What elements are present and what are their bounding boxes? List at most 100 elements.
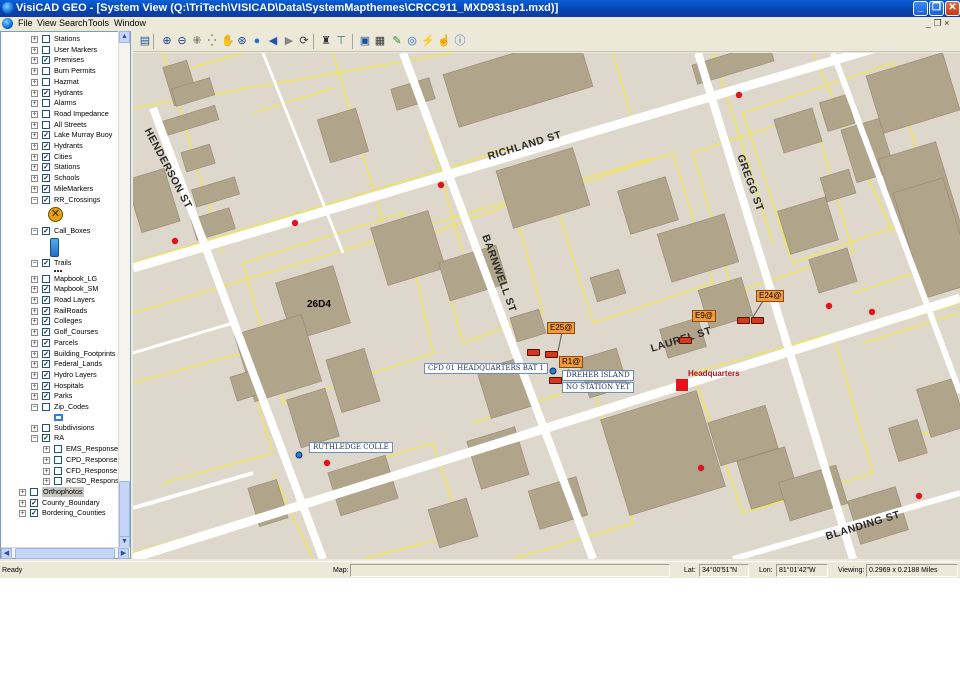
expand-icon[interactable]: + — [31, 307, 38, 315]
fixed-zoom-out-icon[interactable]: ⁛ — [206, 35, 218, 47]
refresh-icon[interactable]: ⟳ — [298, 35, 310, 47]
measure-icon[interactable]: ⊤ — [335, 35, 347, 47]
expand-icon[interactable]: + — [31, 382, 38, 390]
callout-cfd01-headquarters[interactable]: CFD 01 HEADQUARTERS BAT 1 — [424, 363, 548, 374]
identify-icon[interactable]: ✎ — [391, 35, 403, 47]
layer-visibility-checkbox[interactable]: ✓ — [42, 88, 50, 97]
layer-visibility-checkbox[interactable] — [42, 109, 50, 118]
fire-truck-icon[interactable] — [545, 351, 558, 358]
expand-icon[interactable]: + — [31, 318, 38, 326]
layer-item[interactable]: − ✓ RA — [1, 433, 119, 443]
expand-icon[interactable]: + — [31, 424, 38, 432]
expand-icon[interactable]: + — [31, 175, 38, 183]
expand-icon[interactable]: + — [31, 297, 38, 304]
layer-visibility-checkbox[interactable]: ✓ — [42, 296, 50, 304]
menu-search[interactable]: Search — [59, 17, 88, 30]
layer-item[interactable]: + ✓ Colleges — [1, 316, 119, 326]
expand-icon[interactable]: + — [19, 510, 26, 518]
layer-item[interactable]: + ✓ Parks — [1, 391, 119, 401]
fire-truck-e24-icon[interactable] — [737, 317, 750, 324]
back-icon[interactable]: ◀ — [267, 35, 279, 47]
layer-visibility-checkbox[interactable] — [54, 445, 62, 454]
layer-visibility-checkbox[interactable]: ✓ — [42, 227, 50, 236]
zoom-in-icon[interactable]: ⊕ — [161, 35, 173, 47]
layer-visibility-checkbox[interactable]: ✓ — [42, 328, 50, 337]
expand-icon[interactable]: + — [43, 456, 50, 464]
layer-visibility-checkbox[interactable] — [42, 403, 50, 411]
layer-item[interactable]: + CPD_Response — [1, 455, 119, 465]
layer-visibility-checkbox[interactable] — [42, 99, 50, 108]
layer-visibility-checkbox[interactable]: ✓ — [42, 285, 50, 294]
unit-tag-e24[interactable]: E24@ — [756, 290, 785, 302]
fixed-zoom-in-icon[interactable]: ⁜ — [191, 35, 203, 47]
collapse-icon[interactable]: − — [31, 259, 38, 267]
document-globe-icon[interactable] — [2, 18, 13, 29]
layer-item[interactable]: − ✓ RR_Crossings — [1, 195, 119, 205]
forward-icon[interactable]: ▶ — [283, 35, 295, 47]
layer-visibility-checkbox[interactable]: ✓ — [42, 195, 50, 204]
collapse-icon[interactable]: − — [31, 404, 38, 411]
layer-item[interactable]: + User Markers — [1, 45, 119, 55]
expand-icon[interactable]: + — [31, 361, 38, 369]
find-icon[interactable]: ♜ — [320, 35, 332, 47]
layer-visibility-checkbox[interactable]: ✓ — [42, 131, 50, 140]
layer-item[interactable]: + ✓ Bordering_Counties — [1, 508, 119, 518]
expand-icon[interactable]: + — [31, 371, 38, 379]
expand-icon[interactable]: + — [31, 78, 38, 86]
layer-visibility-checkbox[interactable]: ✓ — [42, 174, 50, 183]
menu-window[interactable]: Window — [114, 17, 146, 30]
zoom-to-icon[interactable]: ⊛ — [236, 35, 248, 47]
layer-visibility-checkbox[interactable] — [42, 77, 50, 86]
select-features-icon[interactable]: ▣ — [359, 35, 371, 47]
layer-visibility-checkbox[interactable]: ✓ — [42, 258, 50, 267]
close-button[interactable]: ✕ — [945, 1, 960, 16]
layer-item[interactable]: + Orthophotos — [1, 486, 119, 497]
expand-icon[interactable]: + — [31, 286, 38, 294]
map-view[interactable]: HENDERSON ST RICHLAND ST GREGG ST BARNWE… — [133, 53, 960, 559]
expand-icon[interactable]: + — [19, 488, 26, 496]
layer-item[interactable]: + ✓ County_Boundary — [1, 498, 119, 508]
collapse-icon[interactable]: − — [31, 435, 38, 443]
scroll-left-arrow-icon[interactable]: ◀ — [1, 548, 12, 559]
layer-visibility-checkbox[interactable] — [42, 120, 50, 129]
layer-item[interactable]: − ✓ Call_Boxes — [1, 226, 119, 236]
menu-file[interactable]: File — [18, 17, 33, 30]
full-extent-icon[interactable]: ● — [251, 35, 263, 47]
layer-item[interactable]: + ✓ Premises — [1, 55, 119, 65]
expand-icon[interactable]: + — [31, 393, 38, 401]
layer-visibility-checkbox[interactable]: ✓ — [42, 392, 50, 401]
layer-visibility-checkbox[interactable]: ✓ — [42, 184, 50, 193]
layer-visibility-checkbox[interactable] — [42, 45, 50, 54]
expand-icon[interactable]: + — [31, 132, 38, 140]
expand-icon[interactable]: + — [31, 339, 38, 347]
magnify-icon[interactable]: ◎ — [406, 35, 418, 47]
layer-visibility-checkbox[interactable] — [54, 466, 62, 475]
expand-icon[interactable]: + — [31, 36, 38, 43]
layer-item[interactable]: + ✓ Cities — [1, 152, 119, 162]
layer-item[interactable]: + ✓ Lake Murray Buoy — [1, 130, 119, 140]
expand-icon[interactable]: + — [43, 478, 50, 486]
layer-item[interactable]: + ✓ Golf_Courses — [1, 327, 119, 337]
layer-visibility-checkbox[interactable]: ✓ — [42, 163, 50, 172]
map-canvas[interactable] — [133, 53, 960, 559]
horizontal-scroll-thumb[interactable] — [15, 548, 115, 559]
expand-icon[interactable]: + — [43, 467, 50, 475]
fire-truck-e25-icon[interactable] — [527, 349, 540, 356]
layer-visibility-checkbox[interactable]: ✓ — [42, 360, 50, 369]
layer-item[interactable]: + Mapbook_LG — [1, 274, 119, 284]
callout-dreher-island[interactable]: DREHER ISLAND — [562, 370, 634, 381]
expand-icon[interactable]: + — [31, 153, 38, 161]
layer-visibility-checkbox[interactable]: ✓ — [30, 509, 38, 518]
layer-item[interactable]: + Alarms — [1, 98, 119, 108]
callout-ruthledge-college[interactable]: RUTHLEDGE COLLE — [309, 442, 393, 453]
expand-icon[interactable]: + — [31, 46, 38, 54]
zoom-out-icon[interactable]: ⊖ — [176, 35, 188, 47]
expand-icon[interactable]: + — [31, 275, 38, 283]
hyperlink-icon[interactable]: ⚡ — [421, 35, 435, 47]
layer-item[interactable]: + Stations — [1, 34, 119, 44]
layer-visibility-checkbox[interactable]: ✓ — [42, 142, 50, 150]
mdi-window-controls[interactable]: _ ❐ × — [926, 17, 949, 30]
layer-visibility-checkbox[interactable] — [42, 423, 50, 432]
fire-truck-icon[interactable] — [751, 317, 764, 324]
expand-icon[interactable]: + — [31, 185, 38, 193]
